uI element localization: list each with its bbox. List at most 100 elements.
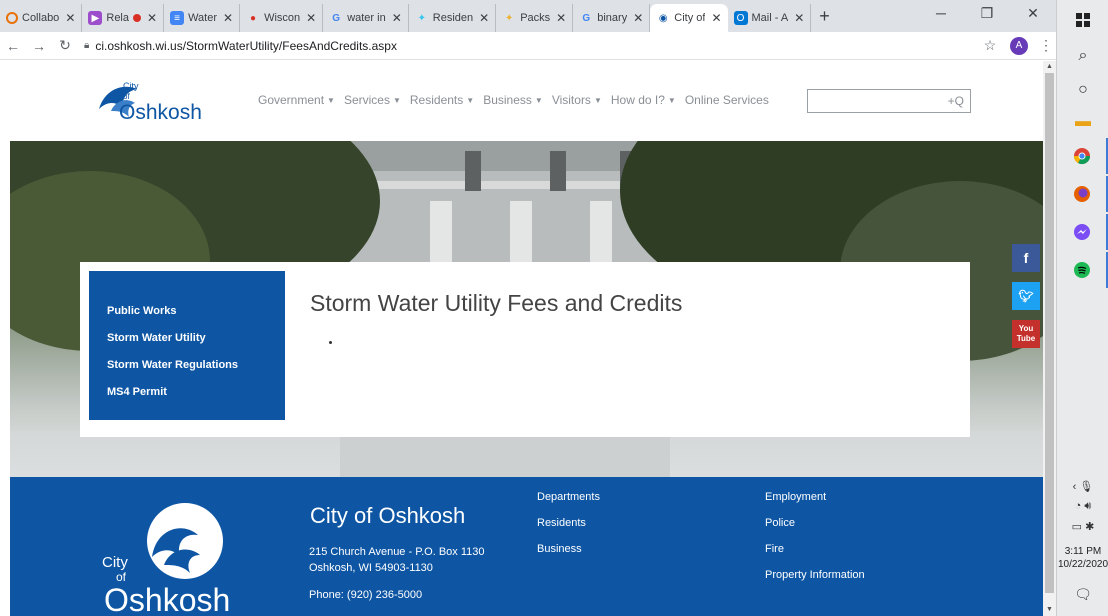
minimize-button[interactable]: ─ — [918, 0, 964, 28]
footer-phone: Phone: (920) 236-5000 — [309, 589, 423, 601]
cortana-icon[interactable]: ○ — [1057, 72, 1108, 108]
close-window-button[interactable]: ✕ — [1010, 0, 1056, 28]
main-nav: Government ▼ Services ▼ Residents ▼ Busines… — [258, 93, 778, 107]
video-icon: ▶ — [88, 11, 103, 25]
bookmark-star-icon[interactable]: ☆ — [978, 37, 1002, 54]
lock-icon: 🔒︎ — [84, 40, 90, 51]
browser-menu-icon[interactable]: ⋮ — [1036, 37, 1056, 54]
tab-binary[interactable]: Gbinary ✕ — [573, 4, 651, 32]
sidenav-public-works[interactable]: Public Works — [107, 305, 285, 317]
close-icon[interactable]: ✕ — [147, 11, 157, 25]
oshkosh-logo[interactable]: City of Oshkosh — [97, 79, 227, 125]
new-tab-button[interactable]: + — [819, 6, 830, 32]
address-bar[interactable]: 🔒︎ ci.oshkosh.wi.us/StormWaterUtility/Fe… — [84, 34, 978, 58]
tab-water-doc[interactable]: ≡ Water ✕ — [164, 4, 241, 32]
action-center-icon[interactable]: 🗨︎ — [1057, 586, 1108, 603]
forward-button[interactable]: → — [26, 38, 52, 54]
nav-how-do-i[interactable]: How do I? ▼ — [611, 93, 676, 107]
sidenav-storm-water-regulations[interactable]: Storm Water Regulations — [107, 359, 285, 371]
scroll-down-arrow-icon[interactable]: ▼ — [1043, 604, 1056, 616]
footer-link-business[interactable]: Business — [537, 543, 600, 555]
back-button[interactable]: ← — [0, 38, 26, 54]
tab-residents[interactable]: ✦ Residen ✕ — [409, 4, 497, 32]
scroll-up-arrow-icon[interactable]: ▲ — [1043, 61, 1056, 73]
close-icon[interactable]: ✕ — [306, 11, 316, 25]
close-icon[interactable]: ✕ — [392, 11, 402, 25]
close-icon[interactable]: ✕ — [556, 11, 566, 25]
close-icon[interactable]: ✕ — [711, 11, 721, 25]
messenger-icon[interactable] — [1057, 214, 1108, 250]
firefox-icon[interactable] — [1057, 176, 1108, 212]
site-header: City of Oshkosh Government ▼ Services ▼ Re… — [0, 61, 1043, 141]
site-footer: City of Oshkosh City of Oshkosh 215 Chur… — [10, 477, 1043, 616]
close-icon[interactable]: ✕ — [223, 11, 233, 25]
svg-text:Oshkosh: Oshkosh — [104, 582, 230, 616]
scroll-thumb[interactable] — [1045, 73, 1054, 593]
close-icon[interactable]: ✕ — [479, 11, 489, 25]
nav-residents[interactable]: Residents ▼ — [410, 93, 474, 107]
google-icon: G — [332, 12, 341, 24]
footer-link-property-information[interactable]: Property Information — [765, 569, 865, 581]
svg-text:City: City — [102, 554, 128, 571]
tray-battery-bluetooth-icon[interactable]: ▭ ✱ — [1057, 520, 1108, 533]
caret-down-icon: ▼ — [466, 96, 475, 106]
restore-button[interactable]: ❐ — [964, 0, 1010, 28]
nav-government[interactable]: Government ▼ — [258, 93, 335, 107]
svg-text:City: City — [123, 81, 139, 91]
nav-business[interactable]: Business ▼ — [483, 93, 543, 107]
search-icon[interactable]: ⌕ — [1057, 38, 1108, 74]
footer-oshkosh-logo[interactable]: City of Oshkosh — [90, 499, 250, 616]
sidenav-storm-water-utility[interactable]: Storm Water Utility — [107, 332, 285, 344]
tab-mail[interactable]: O Mail - A ✕ — [728, 4, 812, 32]
footer-links-col2: Employment Police Fire Property Informat… — [765, 491, 865, 595]
nav-online-services[interactable]: Online Services — [685, 93, 769, 107]
footer-link-police[interactable]: Police — [765, 517, 865, 529]
tab-water-search[interactable]: Gwater in ✕ — [323, 4, 409, 32]
tab-city-of-oshkosh[interactable]: ◉ City of ✕ — [650, 4, 728, 32]
facebook-icon[interactable]: f — [1012, 244, 1040, 272]
tray-show-hidden-icon[interactable]: ‹ 🎙︎ — [1057, 480, 1108, 493]
bullet-dot — [329, 341, 332, 344]
footer-link-fire[interactable]: Fire — [765, 543, 865, 555]
footer-link-departments[interactable]: Departments — [537, 491, 600, 503]
page-scrollbar[interactable]: ▲ ▼ — [1043, 61, 1056, 616]
nav-visitors[interactable]: Visitors ▼ — [552, 93, 602, 107]
caret-down-icon: ▼ — [534, 96, 543, 106]
map-icon: ● — [250, 12, 257, 24]
search-icon[interactable]: +Q — [948, 94, 964, 108]
tab-wisconsin[interactable]: ● Wiscon ✕ — [240, 4, 324, 32]
taskbar-clock[interactable]: 3:11 PM 10/22/2020 — [1057, 545, 1108, 571]
windows-start-icon[interactable] — [1057, 2, 1108, 38]
spotify-icon[interactable] — [1057, 252, 1108, 288]
footer-links-col1: Departments Residents Business — [537, 491, 600, 569]
footer-link-residents[interactable]: Residents — [537, 517, 600, 529]
svg-text:of: of — [123, 92, 130, 101]
tab-rela[interactable]: ▶ Rela ✕ — [82, 4, 165, 32]
chrome-icon[interactable] — [1057, 138, 1108, 174]
footer-link-employment[interactable]: Employment — [765, 491, 865, 503]
footer-city-name: City of Oshkosh — [310, 503, 466, 528]
close-icon[interactable]: ✕ — [65, 11, 75, 25]
browser-toolbar: ← → ↻ 🔒︎ ci.oshkosh.wi.us/StormWaterUtil… — [0, 32, 1056, 60]
site-search-input[interactable]: +Q — [807, 89, 971, 113]
twitter-icon[interactable]: 🐦︎ — [1012, 282, 1040, 310]
tab-collaborate[interactable]: Collabo ✕ — [0, 4, 83, 32]
google-icon: G — [582, 12, 591, 24]
tab-packs[interactable]: ✦ Packs ✕ — [496, 4, 574, 32]
close-icon[interactable]: ✕ — [633, 11, 643, 25]
close-icon[interactable]: ✕ — [794, 11, 804, 25]
url-text: ci.oshkosh.wi.us/StormWaterUtility/FeesA… — [95, 38, 397, 53]
reload-button[interactable]: ↻ — [52, 37, 78, 54]
window-controls: ─ ❐ ✕ — [918, 0, 1056, 28]
oshkosh-icon: ◉ — [658, 12, 668, 24]
sidenav-ms4-permit[interactable]: MS4 Permit — [107, 386, 285, 398]
tray-network-volume-icon[interactable]: ◔ 🔊︎ — [1057, 500, 1108, 513]
profile-avatar[interactable]: A — [1010, 36, 1028, 55]
nav-services[interactable]: Services ▼ — [344, 93, 401, 107]
youtube-icon[interactable]: You Tube — [1012, 320, 1040, 348]
caret-down-icon: ▼ — [392, 96, 401, 106]
file-explorer-icon[interactable]: ▬ — [1057, 104, 1108, 140]
caret-down-icon: ▼ — [667, 96, 676, 106]
caret-down-icon: ▼ — [593, 96, 602, 106]
docs-icon: ≡ — [170, 11, 185, 25]
